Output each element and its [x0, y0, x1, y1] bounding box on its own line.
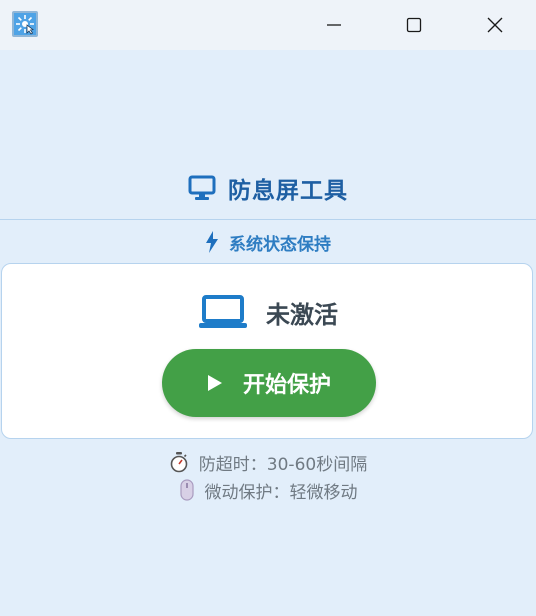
- close-icon: [487, 17, 503, 33]
- maximize-icon: [406, 17, 422, 33]
- monitor-icon: [188, 175, 216, 200]
- play-icon: [207, 375, 222, 391]
- subtitle-text: 系统状态保持: [229, 234, 331, 255]
- start-protection-button[interactable]: 开始保护: [162, 349, 376, 417]
- stopwatch-icon: [170, 452, 188, 473]
- app-icon: [12, 11, 38, 37]
- minimize-icon: [327, 24, 341, 26]
- status-row: 未激活: [2, 290, 534, 334]
- start-button-label: 开始保护: [242, 373, 331, 398]
- app-header: 防息屏工具: [0, 168, 536, 208]
- page-title: 防息屏工具: [228, 178, 348, 204]
- maximize-button[interactable]: [391, 0, 437, 50]
- info-mouse-text: 微动保护：轻微移动: [204, 482, 358, 503]
- close-button[interactable]: [472, 0, 518, 50]
- header-divider: [0, 219, 536, 220]
- mouse-icon: [179, 479, 194, 501]
- info-mouse: 微动保护：轻微移动: [0, 478, 536, 503]
- info-timeout: 防超时：30-60秒间隔: [0, 450, 536, 475]
- status-card: 未激活 开始保护: [1, 263, 533, 439]
- status-text: 未激活: [266, 300, 338, 329]
- minimize-button[interactable]: [311, 0, 357, 50]
- laptop-icon: [199, 295, 247, 328]
- info-timeout-text: 防超时：30-60秒间隔: [198, 454, 368, 475]
- subtitle: 系统状态保持: [0, 229, 536, 255]
- title-bar: [0, 0, 536, 50]
- lightning-icon: [206, 231, 218, 253]
